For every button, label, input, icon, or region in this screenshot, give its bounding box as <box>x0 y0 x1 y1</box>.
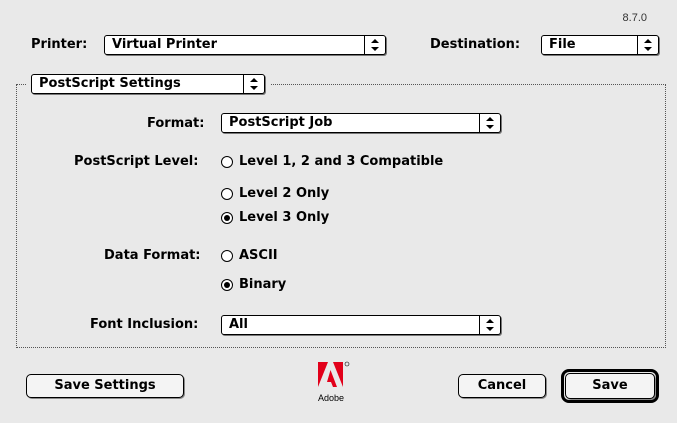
ascii-radio[interactable] <box>221 250 233 262</box>
cancel-button[interactable]: Cancel <box>458 374 546 398</box>
level-compatible-label[interactable]: Level 1, 2 and 3 Compatible <box>239 154 443 169</box>
format-value: PostScript Job <box>229 115 333 130</box>
settings-panel-value: PostScript Settings <box>39 76 181 91</box>
font-inclusion-value: All <box>229 317 248 332</box>
destination-value: File <box>549 37 576 52</box>
settings-panel-popup[interactable]: PostScript Settings <box>31 74 265 94</box>
format-popup[interactable]: PostScript Job <box>221 113 501 133</box>
font-inclusion-label: Font Inclusion: <box>90 317 199 332</box>
printer-value: Virtual Printer <box>112 37 218 52</box>
save-settings-button[interactable]: Save Settings <box>26 374 184 398</box>
popup-arrows-icon <box>479 316 500 334</box>
popup-arrows-icon <box>479 114 500 132</box>
level-3-only-label[interactable]: Level 3 Only <box>239 210 329 225</box>
popup-arrows-icon <box>364 36 385 54</box>
save-button[interactable]: Save <box>565 373 655 399</box>
postscript-level-label: PostScript Level: <box>74 154 199 169</box>
binary-label[interactable]: Binary <box>239 277 286 292</box>
data-format-label: Data Format: <box>104 248 201 263</box>
font-inclusion-popup[interactable]: All <box>221 315 501 335</box>
popup-arrows-icon <box>243 75 264 93</box>
level-2-only-radio[interactable] <box>221 188 233 200</box>
adobe-logo-text: Adobe <box>318 393 345 403</box>
destination-label: Destination: <box>430 37 521 52</box>
destination-popup[interactable]: File <box>541 35 659 55</box>
printer-popup[interactable]: Virtual Printer <box>104 35 386 55</box>
format-label: Format: <box>147 116 205 131</box>
ascii-label[interactable]: ASCII <box>239 248 278 263</box>
level-2-only-label[interactable]: Level 2 Only <box>239 186 329 201</box>
binary-radio[interactable] <box>221 279 233 291</box>
version-label: 8.7.0 <box>622 12 647 24</box>
level-compatible-radio[interactable] <box>221 156 233 168</box>
printer-label: Printer: <box>31 37 88 52</box>
level-3-only-radio[interactable] <box>221 212 233 224</box>
popup-arrows-icon <box>637 36 658 54</box>
